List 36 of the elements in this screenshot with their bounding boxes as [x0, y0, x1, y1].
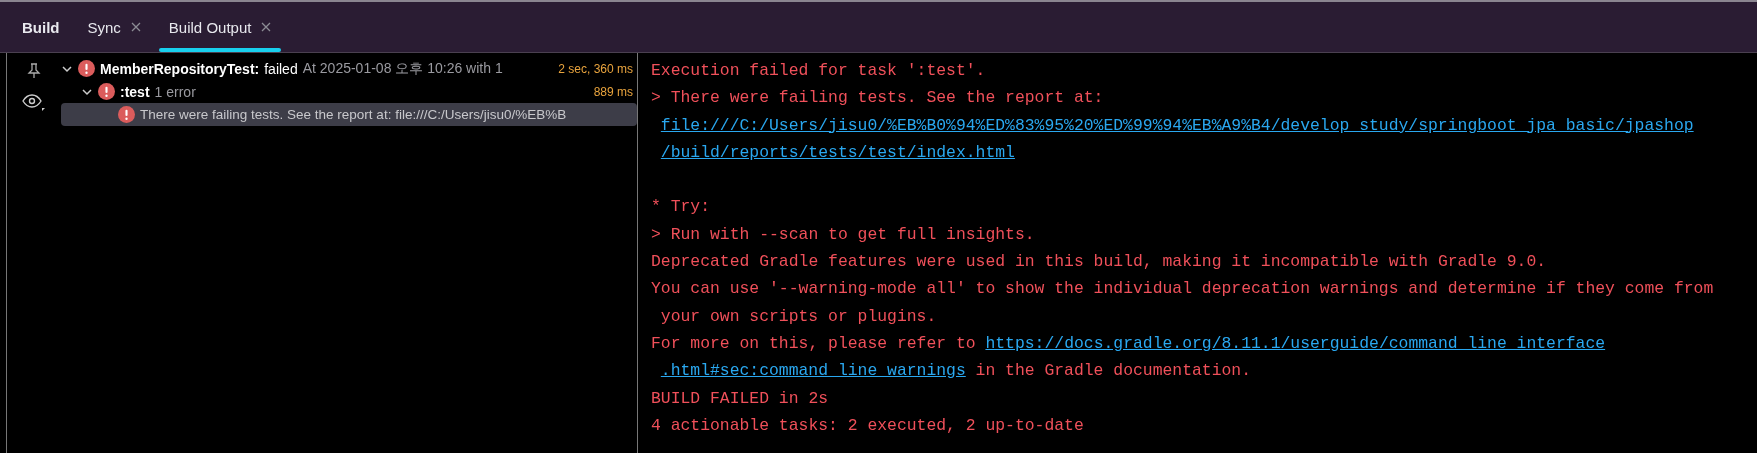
error-icon [98, 83, 115, 100]
link[interactable]: /build/reports/tests/test/index.html [660, 142, 1015, 162]
console-text: You can use '--warning-mode all' to show the individual deprecation warnings and determine if they come from [651, 279, 1714, 299]
console-text: > There were failing tests. See the report at: [651, 88, 1104, 108]
console-text: your own scripts or plugins. [660, 306, 937, 326]
error-icon [118, 106, 135, 123]
error-icon [78, 60, 95, 77]
detail-text: There were failing tests. See the report at: file:///C:/Users/jisu0/%EB%B [140, 107, 567, 122]
tree-row[interactable]: There were failing tests. See the report at: file:///C:/Users/jisu0/%EB%B [61, 103, 637, 126]
detail-text: At 2025-01-08 오후 10:26 with 1 [302, 59, 503, 78]
status-text: failed [264, 60, 298, 77]
tab[interactable]: Build [8, 2, 74, 52]
link[interactable]: file:///C:/Users/jisu0/%EB%B0%94%ED%83%95%20%ED%99%94%EB%A9%B4/develop_study/springboot_jpa_basic/jpashop [660, 115, 1694, 135]
console-text: > Run with --scan to get full insights. [651, 224, 1035, 244]
console-text: For more on this, please refer to [651, 333, 977, 353]
link[interactable]: https://docs.gradle.org/8.11.1/userguide/command_line_interface [985, 333, 1606, 353]
task-name: MemberRepositoryTest: [100, 60, 260, 77]
tree-row[interactable]: :test 1 error 889 ms [61, 80, 637, 103]
detail-text: 1 error [154, 83, 196, 100]
console-text: in the Gradle documentation. [974, 361, 1251, 381]
tree-row[interactable]: MemberRepositoryTest: failed At 2025-01-08 오후 10:26 with 1 2 sec, 360 ms [61, 57, 637, 80]
task-name: :test [120, 83, 150, 100]
pin-icon[interactable] [27, 63, 41, 79]
duration-text: 889 ms [593, 84, 634, 99]
close-icon[interactable] [261, 22, 272, 32]
console-text: BUILD FAILED in 2s [651, 388, 829, 408]
tab[interactable]: Sync [73, 2, 155, 52]
duration-text: 2 sec, 360 ms [558, 61, 634, 76]
console-text: Execution failed for task ':test'. [651, 61, 986, 80]
link[interactable]: .html#sec:command_line_warnings [660, 361, 966, 381]
close-icon[interactable] [130, 22, 141, 32]
console-text: Deprecated Gradle features were used in this build, making it incompatible with Gradle 9.0. [651, 252, 1547, 272]
console-text: 4 actionable tasks: 2 executed, 2 up-to-date [651, 415, 1084, 435]
eye-icon[interactable] [22, 93, 46, 111]
tab[interactable]: Build Output [154, 2, 286, 52]
console-text: * Try: [651, 197, 711, 217]
